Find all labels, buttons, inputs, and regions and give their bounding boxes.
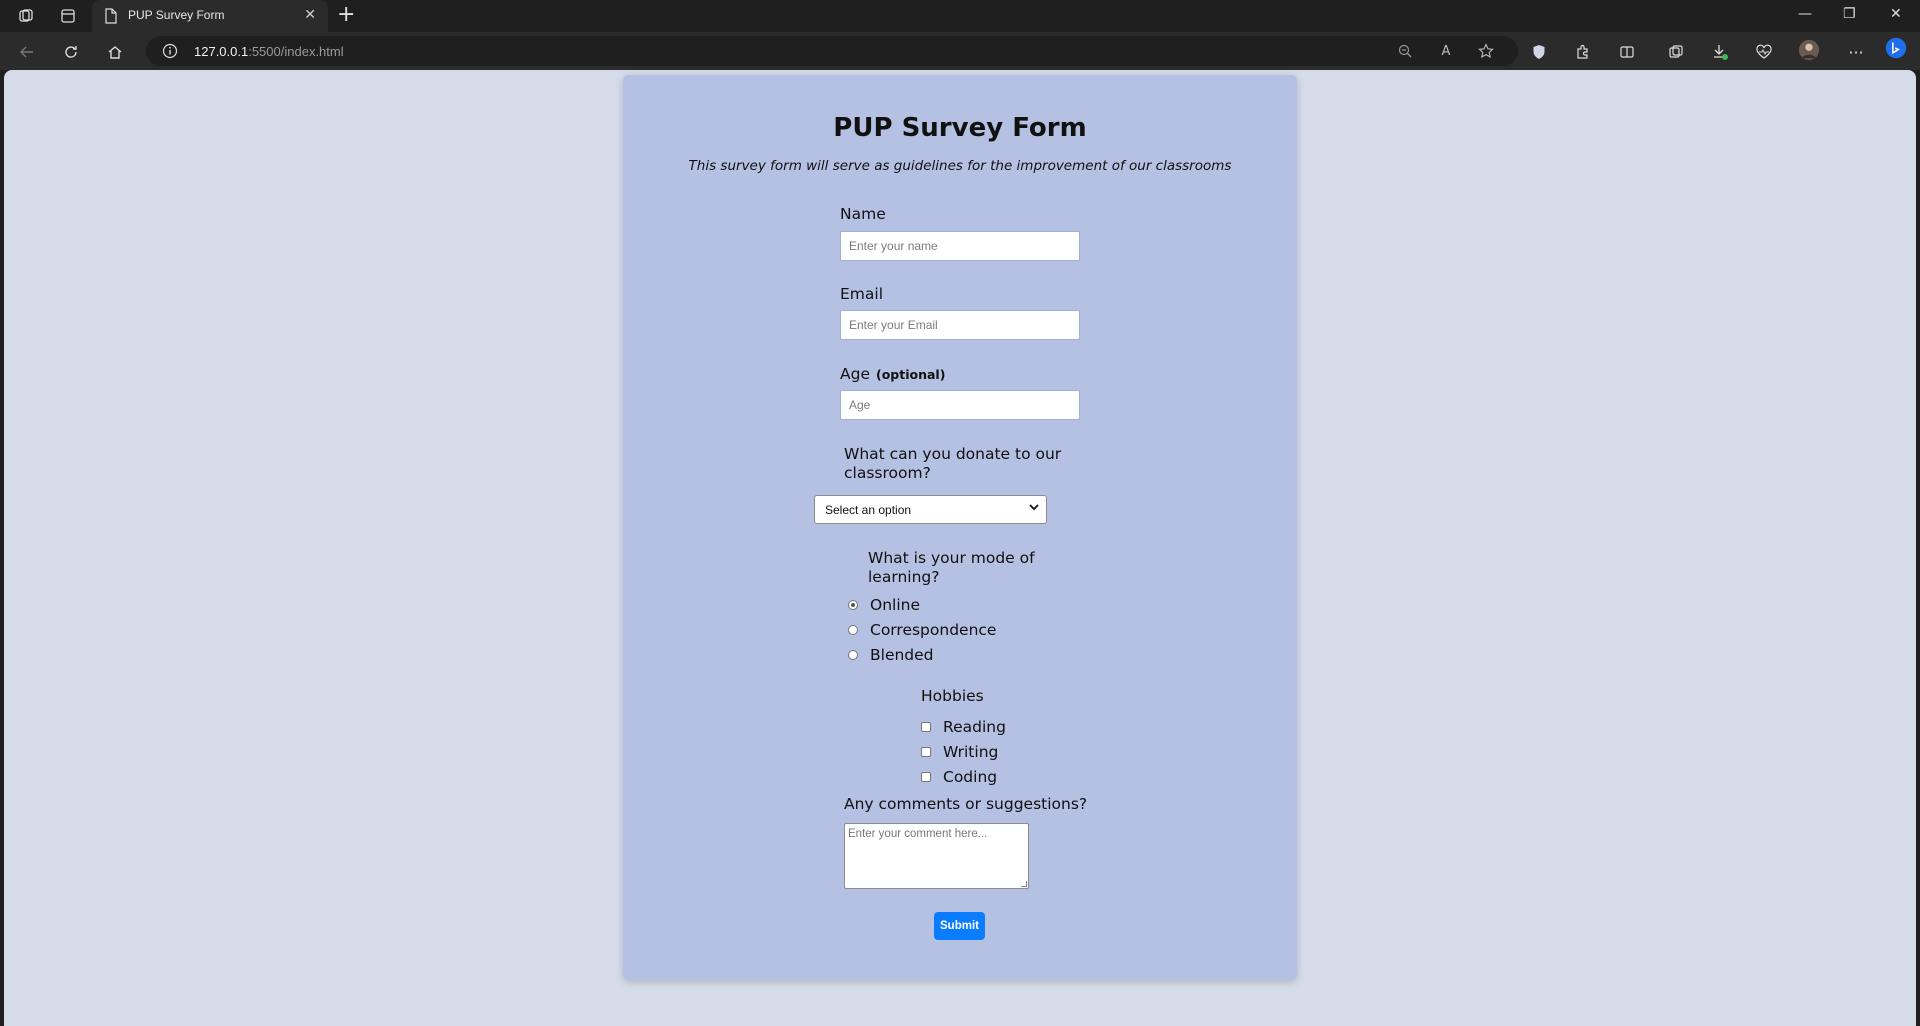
page-viewport: PUP Survey Form This survey form will se… xyxy=(4,70,1916,1026)
checkbox[interactable] xyxy=(921,772,931,782)
learning-mode-label: What is your mode of learning? xyxy=(868,549,1035,587)
email-input[interactable] xyxy=(840,310,1080,340)
page-icon xyxy=(104,8,118,28)
learning-mode-line2: learning? xyxy=(868,568,940,586)
bing-copilot-icon[interactable] xyxy=(1885,37,1907,59)
more-options-icon[interactable]: ··· xyxy=(1845,41,1867,63)
radio-option-blended[interactable]: Blended xyxy=(848,646,934,664)
radio-option-online[interactable]: Online xyxy=(848,596,920,614)
checkbox[interactable] xyxy=(921,747,931,757)
read-aloud-icon[interactable]: A xyxy=(1435,40,1457,62)
radio-button[interactable] xyxy=(848,625,858,635)
donate-select[interactable]: Select an option xyxy=(814,495,1047,524)
radio-button[interactable] xyxy=(848,650,858,660)
checkbox-label: Reading xyxy=(943,718,1006,736)
page-title: PUP Survey Form xyxy=(833,113,1087,143)
comments-textarea[interactable]: Enter your comment here... xyxy=(844,823,1029,889)
refresh-icon[interactable] xyxy=(59,40,83,64)
url-host: 127.0.0.1 xyxy=(194,44,249,59)
donate-select-value: Select an option xyxy=(825,503,912,517)
workspaces-icon[interactable] xyxy=(14,4,38,28)
browser-toolbar: 127.0.0.1:5500/index.html A ··· xyxy=(0,32,1920,70)
downloads-icon[interactable] xyxy=(1709,41,1731,63)
shield-icon[interactable] xyxy=(1528,41,1550,63)
url-path: :5500/index.html xyxy=(248,44,344,59)
split-screen-icon[interactable] xyxy=(1616,41,1638,63)
home-icon[interactable] xyxy=(103,40,127,64)
radio-label: Online xyxy=(870,596,920,614)
name-input[interactable] xyxy=(840,231,1080,261)
resize-handle-icon[interactable] xyxy=(1021,881,1027,887)
survey-form-card: PUP Survey Form This survey form will se… xyxy=(623,75,1297,980)
age-label-group: Age (optional) xyxy=(840,365,945,383)
radio-label: Correspondence xyxy=(870,621,997,639)
extensions-icon[interactable] xyxy=(1572,41,1594,63)
comments-placeholder: Enter your comment here... xyxy=(848,828,988,840)
site-info-icon[interactable] xyxy=(162,43,178,63)
chevron-down-icon xyxy=(1028,501,1040,516)
checkbox-label: Writing xyxy=(943,743,999,761)
address-bar[interactable]: 127.0.0.1:5500/index.html A xyxy=(146,36,1518,66)
tab-title: PUP Survey Form xyxy=(128,8,225,22)
hobbies-label: Hobbies xyxy=(921,687,984,705)
collections-icon[interactable] xyxy=(1665,41,1687,63)
profile-avatar[interactable] xyxy=(1798,39,1820,61)
donate-question-line1: What can you donate to our xyxy=(844,445,1062,463)
close-window-icon[interactable]: ✕ xyxy=(1890,6,1902,22)
new-tab-icon[interactable]: + xyxy=(337,3,355,27)
age-input[interactable] xyxy=(840,390,1080,420)
checkbox-option-reading[interactable]: Reading xyxy=(921,718,1006,736)
age-label: Age xyxy=(840,365,870,383)
donate-question-line2: classroom? xyxy=(844,464,931,482)
close-tab-icon[interactable]: ✕ xyxy=(304,7,316,23)
radio-button[interactable] xyxy=(848,600,858,610)
zoom-out-icon[interactable] xyxy=(1394,40,1416,62)
donate-question-label: What can you donate to our classroom? xyxy=(844,445,1061,483)
checkbox-option-writing[interactable]: Writing xyxy=(921,743,998,761)
restore-icon[interactable]: ❐ xyxy=(1843,6,1856,22)
radio-label: Blended xyxy=(870,646,934,664)
checkbox-option-coding[interactable]: Coding xyxy=(921,768,997,786)
name-label: Name xyxy=(840,205,886,223)
active-tab[interactable]: PUP Survey Form ✕ xyxy=(92,0,328,32)
checkbox-label: Coding xyxy=(943,768,998,786)
page-description: This survey form will serve as guideline… xyxy=(688,158,1232,174)
health-icon[interactable] xyxy=(1753,41,1775,63)
comments-label: Any comments or suggestions? xyxy=(844,795,1088,813)
back-icon[interactable] xyxy=(15,40,39,64)
tab-actions-icon[interactable] xyxy=(56,4,80,28)
submit-button[interactable]: Submit xyxy=(934,912,985,940)
checkbox[interactable] xyxy=(921,722,931,732)
learning-mode-line1: What is your mode of xyxy=(868,549,1035,567)
url-text: 127.0.0.1:5500/index.html xyxy=(194,44,344,59)
browser-tab-bar: PUP Survey Form ✕ + — ❐ ✕ xyxy=(0,0,1920,32)
email-label: Email xyxy=(840,285,884,303)
favorite-star-icon[interactable] xyxy=(1475,40,1497,62)
minimize-icon[interactable]: — xyxy=(1798,6,1812,22)
age-optional-note: (optional) xyxy=(875,367,946,382)
radio-option-correspondence[interactable]: Correspondence xyxy=(848,621,996,639)
